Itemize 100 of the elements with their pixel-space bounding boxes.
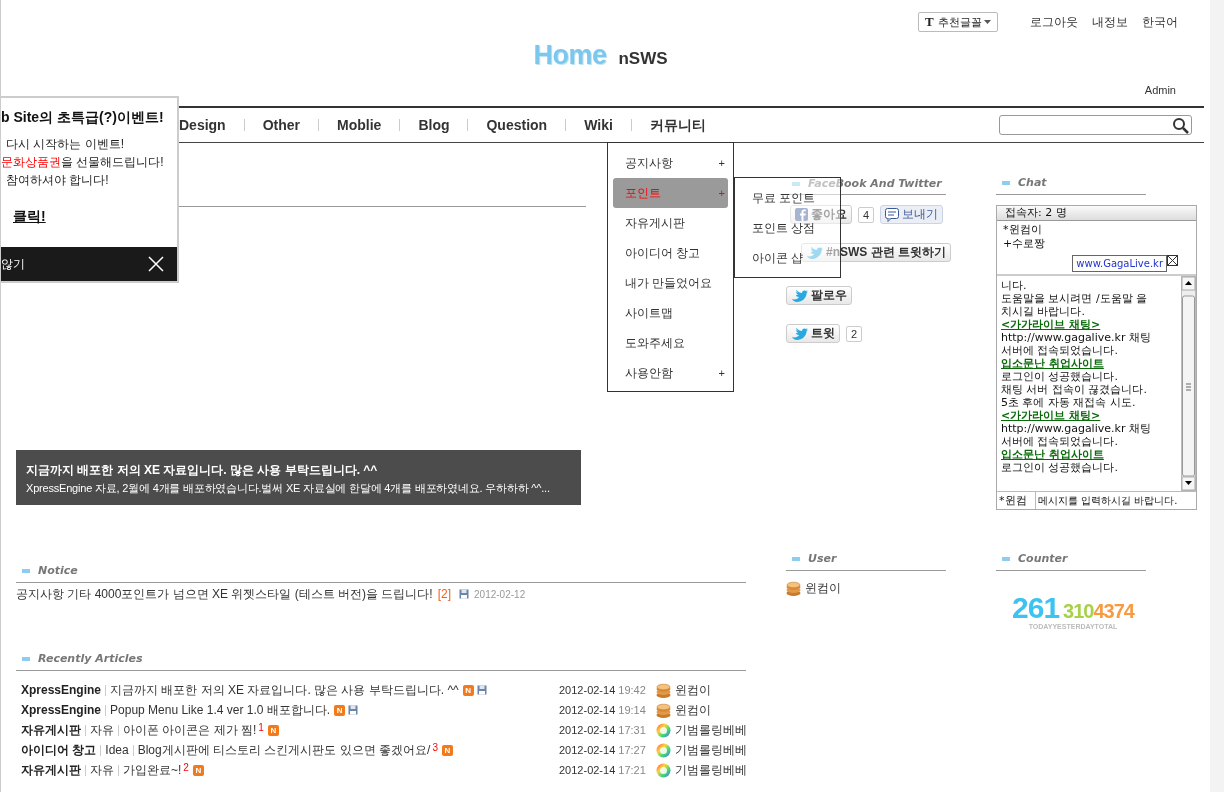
heading-marker (22, 568, 30, 573)
submenu-item[interactable]: 아이콘 샵 (752, 251, 804, 265)
menu-item[interactable]: 내가 만들었어요 (608, 268, 733, 298)
user-count: 접속자: 2 명 (997, 206, 1196, 221)
category: 자유 (90, 761, 114, 779)
comment-count: 1 (258, 721, 264, 734)
popup-link[interactable]: 클릭! (13, 208, 46, 226)
post-title: 지금까지 배포한 저의 XE 자료입니다. 많은 사용 부탁드립니다. ^^ (26, 462, 379, 479)
article-title[interactable]: Blog게시판에 티스토리 스킨게시판도 있으면 좋겠어요/ (137, 741, 431, 759)
color-wheel-icon (656, 722, 671, 738)
menu-item[interactable]: 사이트맵 (608, 298, 733, 328)
popup-title: b Site의 초특급(?)이벤트! (1, 109, 165, 127)
total-count: 4374 (1093, 600, 1134, 623)
featured-post-banner[interactable]: 지금까지 배포한 저의 XE 자료입니다. 많은 사용 부탁드립니다. ^^ XpressEngine 자료, 2월에 4개를 배포하였습니다.벌써 XE 자료실에 한달에 4개를 배포하였네요. 우하하하 ^^... (16, 450, 581, 505)
like-count: 4 (858, 206, 875, 223)
chat-message: 니다. (1001, 279, 1028, 292)
article-title[interactable]: 아이폰 아이콘은 제가 찜! (123, 721, 257, 739)
color-wheel-icon (656, 742, 671, 758)
notice-title[interactable]: 공지사항 기타 4000포인트가 넘으면 XE 위젯스타일 (테스트 버전)을 드립니다! (16, 585, 433, 603)
expand-marker: + (718, 367, 725, 379)
author-name[interactable]: 기범롤링베베 (675, 761, 747, 779)
nav-item[interactable]: Design (179, 108, 244, 142)
new-badge: N (334, 704, 346, 716)
menu-item[interactable]: 자유게시판 (608, 208, 733, 238)
heading-marker (1002, 556, 1010, 561)
expand-marker: + (718, 157, 725, 169)
coin-stack-icon (656, 702, 671, 718)
nav-item[interactable]: Moblie (319, 108, 400, 142)
font-selector[interactable]: T 추천글꼴 (918, 12, 998, 32)
heading-marker (22, 656, 30, 661)
admin-link[interactable]: Admin (1144, 84, 1176, 98)
header-link[interactable]: 한국어 (1142, 13, 1178, 31)
tweet-count: 2 (846, 325, 863, 342)
today-count: 261 (1012, 591, 1060, 624)
category: Idea (105, 743, 129, 757)
search-field[interactable] (999, 115, 1192, 135)
chat-link[interactable]: 입소문난 취업사이트 (1001, 357, 1173, 370)
article-title[interactable]: 지금까지 배포한 저의 XE 자료입니다. 많은 사용 부탁드립니다. ^^ (110, 681, 459, 699)
post-date: 2012-02-14 17:27 (559, 744, 647, 756)
post-date: 2012-02-12 (474, 588, 526, 600)
chat-link[interactable]: 입소문난 취업사이트 (1001, 448, 1173, 461)
nav-item[interactable]: Blog (400, 108, 468, 142)
chat-user[interactable]: +수로짱 (1003, 237, 1190, 251)
widget-title: Counter (1018, 552, 1068, 565)
menu-item[interactable]: 사용안함 + (608, 358, 733, 388)
nav-item[interactable]: 커뮤니티 (631, 108, 724, 142)
author-name[interactable]: 기범롤링베베 (675, 741, 747, 759)
article-title[interactable]: Popup Menu Like 1.4 ver 1.0 배포합니다. (110, 701, 331, 719)
menu-item[interactable]: 도와주세요 (608, 328, 733, 358)
submenu-item[interactable]: 무료 포인트 (752, 191, 816, 205)
board-name[interactable]: XpressEngine (21, 683, 102, 697)
search-icon (1172, 116, 1189, 134)
send-button[interactable]: 보내기 (880, 205, 944, 224)
nav-item[interactable]: Wiki (566, 108, 631, 142)
new-badge: N (462, 684, 474, 696)
coin-stack-icon (656, 682, 671, 698)
widget-title: User (808, 552, 837, 565)
facebook-icon (795, 208, 808, 221)
tweet-button[interactable]: 트윗 (786, 324, 840, 343)
close-icon[interactable] (1167, 255, 1178, 266)
category: 자유 (90, 721, 114, 739)
submenu-item[interactable]: 포인트 상점 (752, 221, 816, 235)
post-date: 2012-02-14 19:14 (559, 704, 647, 716)
comment-count: [2] (437, 587, 452, 601)
scrollbar[interactable] (1181, 276, 1196, 491)
article-title[interactable]: 가입완료~! (123, 761, 182, 779)
menu-item[interactable]: 아이디어 창고 (608, 238, 733, 268)
board-name[interactable]: 자유게시판 (21, 761, 81, 779)
header-link[interactable]: 로그아웃 (1030, 13, 1078, 31)
author-name[interactable]: 윈컴이 (675, 701, 711, 719)
comment-count: 2 (183, 761, 189, 774)
board-name[interactable]: XpressEngine (21, 703, 102, 717)
chat-link[interactable]: <가가라이브 채팅> (1001, 318, 1173, 331)
post-date: 2012-02-14 19:42 (559, 684, 647, 696)
chat-message: 로그인이 성공했습니다. (1001, 370, 1119, 383)
nav-item[interactable]: Question (468, 108, 566, 142)
widget-title: Notice (38, 564, 78, 577)
author-name[interactable]: 기범롤링베베 (675, 721, 747, 739)
site-name: nSWS (618, 49, 668, 69)
post-date: 2012-02-14 17:21 (559, 764, 647, 776)
board-name[interactable]: 자유게시판 (21, 721, 81, 739)
chat-user[interactable]: *윈컴이 (1003, 223, 1190, 237)
chat-message: http://www.gagalive.kr 채팅 서버에 접속되었습니다. (1001, 422, 1152, 448)
dismiss-link[interactable]: 않기 (1, 255, 25, 273)
heading-marker (1002, 180, 1010, 185)
yesterday-count: 310 (1063, 600, 1094, 623)
author-name[interactable]: 윈컴이 (675, 681, 711, 699)
heading-marker (792, 556, 800, 561)
header-link[interactable]: 내정보 (1092, 13, 1128, 31)
popup-text: 참여하셔야 합니다! (5, 172, 110, 189)
coin-stack-icon (786, 581, 801, 596)
follow-button[interactable]: 팔로우 (786, 286, 852, 305)
bird-icon (791, 289, 808, 302)
menu-item[interactable]: 공지사항 + (608, 148, 733, 178)
board-name[interactable]: 아이디어 창고 (21, 741, 97, 759)
post-date: 2012-02-14 17:31 (559, 724, 647, 736)
nav-item[interactable]: Other (244, 108, 319, 142)
chat-link[interactable]: <가가라이브 채팅> (1001, 409, 1173, 422)
site-link[interactable]: www.GagaLive.kr (1072, 255, 1167, 272)
user-name[interactable]: 윈컴이 (805, 580, 841, 597)
